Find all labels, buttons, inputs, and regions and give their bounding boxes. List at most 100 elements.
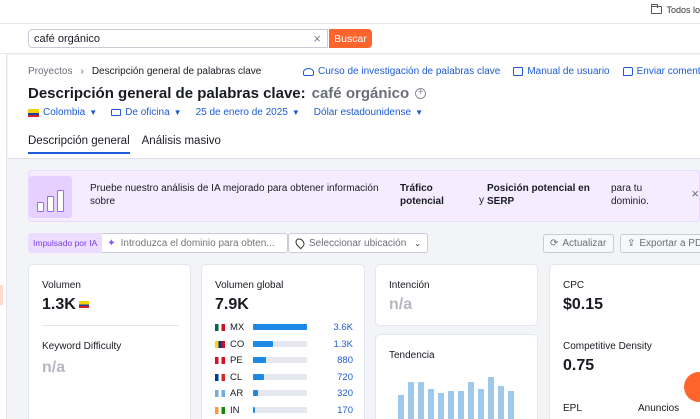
left-rail-marker: [0, 285, 3, 305]
chevron-down-icon: ▼: [415, 108, 424, 117]
country-row[interactable]: CL 720: [215, 371, 353, 383]
illustration-bar: [57, 190, 64, 212]
trend-bar: [448, 391, 454, 419]
search-button[interactable]: Buscar: [329, 29, 372, 48]
volume-card: Volumen 1.3K Keyword Difficulty n/a: [28, 264, 191, 419]
domain-input[interactable]: [120, 237, 276, 249]
kd-label: Keyword Difficulty: [42, 341, 122, 352]
ai-domain-tools: Impulsado por IA ✦: [28, 233, 289, 253]
country-share-bar: [253, 406, 307, 413]
page-header: Proyectos › Descripción general de palab…: [8, 55, 700, 159]
country-row[interactable]: AR 320: [215, 387, 353, 399]
breadcrumb-current: Descripción general de palabras clave: [91, 66, 262, 77]
country-volume[interactable]: 880: [337, 355, 353, 366]
country-share-bar: [253, 357, 307, 363]
chevron-down-icon: ▼: [89, 108, 98, 117]
volume-value: 1.3K: [42, 296, 89, 314]
country-flag-icon: [215, 373, 225, 381]
search-input[interactable]: [34, 32, 304, 46]
colombia-flag-icon: [78, 301, 89, 309]
location-select-label: Seleccionar ubicación: [309, 237, 407, 249]
close-icon[interactable]: ×: [691, 186, 699, 201]
cpc-value: $0.15: [563, 296, 604, 313]
country-row[interactable]: IN 170: [215, 404, 353, 416]
location-pin-icon: [293, 236, 307, 250]
date-filter[interactable]: 25 de enero de 2025 ▼: [196, 107, 300, 118]
device-filter[interactable]: De oficina ▼: [111, 107, 182, 118]
trend-bar: [468, 382, 474, 419]
comment-icon: [622, 67, 633, 76]
trend-chart: [398, 375, 518, 419]
country-code: CO: [230, 338, 245, 350]
page-title: Descripción general de palabras clave: c…: [28, 85, 427, 102]
country-volume[interactable]: 3.6K: [333, 322, 353, 333]
country-row[interactable]: PE 880: [215, 354, 353, 366]
breadcrumb-separator: ›: [80, 66, 84, 77]
export-pdf-button[interactable]: ⇪ Exportar a PD: [620, 234, 700, 253]
country-code: CL: [230, 371, 243, 383]
add-to-list-icon[interactable]: +: [415, 88, 427, 99]
chevron-down-icon: ⌄: [414, 238, 421, 248]
country-volume[interactable]: 1.3K: [333, 339, 353, 350]
breadcrumb-projects[interactable]: Proyectos: [28, 66, 72, 77]
promo-serp-position: Posición potencial en SERP: [487, 183, 590, 207]
trend-bar: [488, 377, 494, 419]
database-filter[interactable]: Colombia ▼: [28, 107, 97, 118]
bookmark-folder[interactable]: Todos lo: [651, 4, 700, 15]
country-share-fill: [253, 357, 266, 363]
tab-bar: Descripción general Análisis masivo: [28, 135, 221, 154]
sparkle-icon: ✦: [107, 237, 116, 249]
volume-number: 1.3K: [42, 296, 76, 313]
country-code: IN: [230, 404, 240, 416]
country-volume[interactable]: 720: [337, 372, 353, 383]
currency-filter-label: Dólar estadounidense: [313, 107, 412, 118]
feedback-label: Enviar comentar: [636, 66, 700, 77]
country-flag-icon: [215, 406, 225, 414]
promo-traffic: Tráfico potencial: [400, 183, 444, 207]
cpc-label: CPC: [563, 280, 585, 291]
country-code: PE: [230, 355, 243, 366]
export-label: Exportar a PD: [639, 238, 700, 249]
illustration-bar: [47, 196, 54, 212]
volume-label: Volumen: [42, 280, 81, 291]
chart-illustration-icon: [29, 176, 72, 218]
country-share-bar: [253, 340, 307, 347]
illustration-bar: [37, 202, 44, 212]
course-link[interactable]: Curso de investigación de palabras clave: [303, 66, 500, 77]
trend-bar: [508, 391, 514, 419]
book-icon: [513, 67, 524, 76]
country-share-bar: [253, 390, 307, 396]
colombia-flag-icon: [28, 108, 39, 117]
country-share-bar: [253, 324, 307, 330]
feedback-link[interactable]: Enviar comentar: [622, 66, 700, 77]
country-row[interactable]: MX 3.6K: [215, 321, 353, 333]
filter-bar: Colombia ▼ De oficina ▼ 25 de enero de 2…: [28, 107, 423, 118]
country-flag-icon: [215, 324, 225, 331]
desktop-icon: [111, 109, 122, 116]
clear-icon[interactable]: ×: [313, 31, 321, 46]
country-volume[interactable]: 320: [337, 388, 353, 399]
cpc-card: CPC $0.15 Competitive Density 0.75 EPL A…: [549, 264, 700, 419]
location-select[interactable]: Seleccionar ubicación ⌄: [288, 233, 428, 253]
search-field: ×: [28, 29, 328, 48]
country-share-bar: [253, 373, 307, 380]
device-filter-label: De oficina: [125, 107, 170, 118]
currency-filter[interactable]: Dólar estadounidense ▼: [314, 107, 423, 118]
bookmark-label: Todos lo: [666, 5, 700, 15]
trend-bar: [458, 391, 464, 419]
trend-card: Tendencia: [375, 334, 538, 419]
country-volume[interactable]: 170: [337, 405, 353, 416]
user-manual-link[interactable]: Manual de usuario: [513, 66, 610, 77]
header-links: Curso de investigación de palabras clave…: [303, 66, 700, 77]
card-divider: [42, 325, 179, 326]
ai-badge: Impulsado por IA: [28, 233, 103, 253]
user-manual-label: Manual de usuario: [527, 66, 610, 77]
tab-bulk-analysis[interactable]: Análisis masivo: [142, 135, 221, 154]
global-volume-card: Volumen global 7.9K MX 3.6K CO 1.3K PE 880 CL 7…: [201, 264, 365, 419]
database-filter-label: Colombia: [43, 107, 86, 118]
trend-bar: [418, 382, 424, 419]
tab-overview[interactable]: Descripción general: [28, 135, 130, 154]
country-row[interactable]: CO 1.3K: [215, 338, 353, 350]
course-link-label: Curso de investigación de palabras clave: [318, 66, 501, 77]
update-button[interactable]: ⟳ Actualizar: [543, 234, 614, 253]
